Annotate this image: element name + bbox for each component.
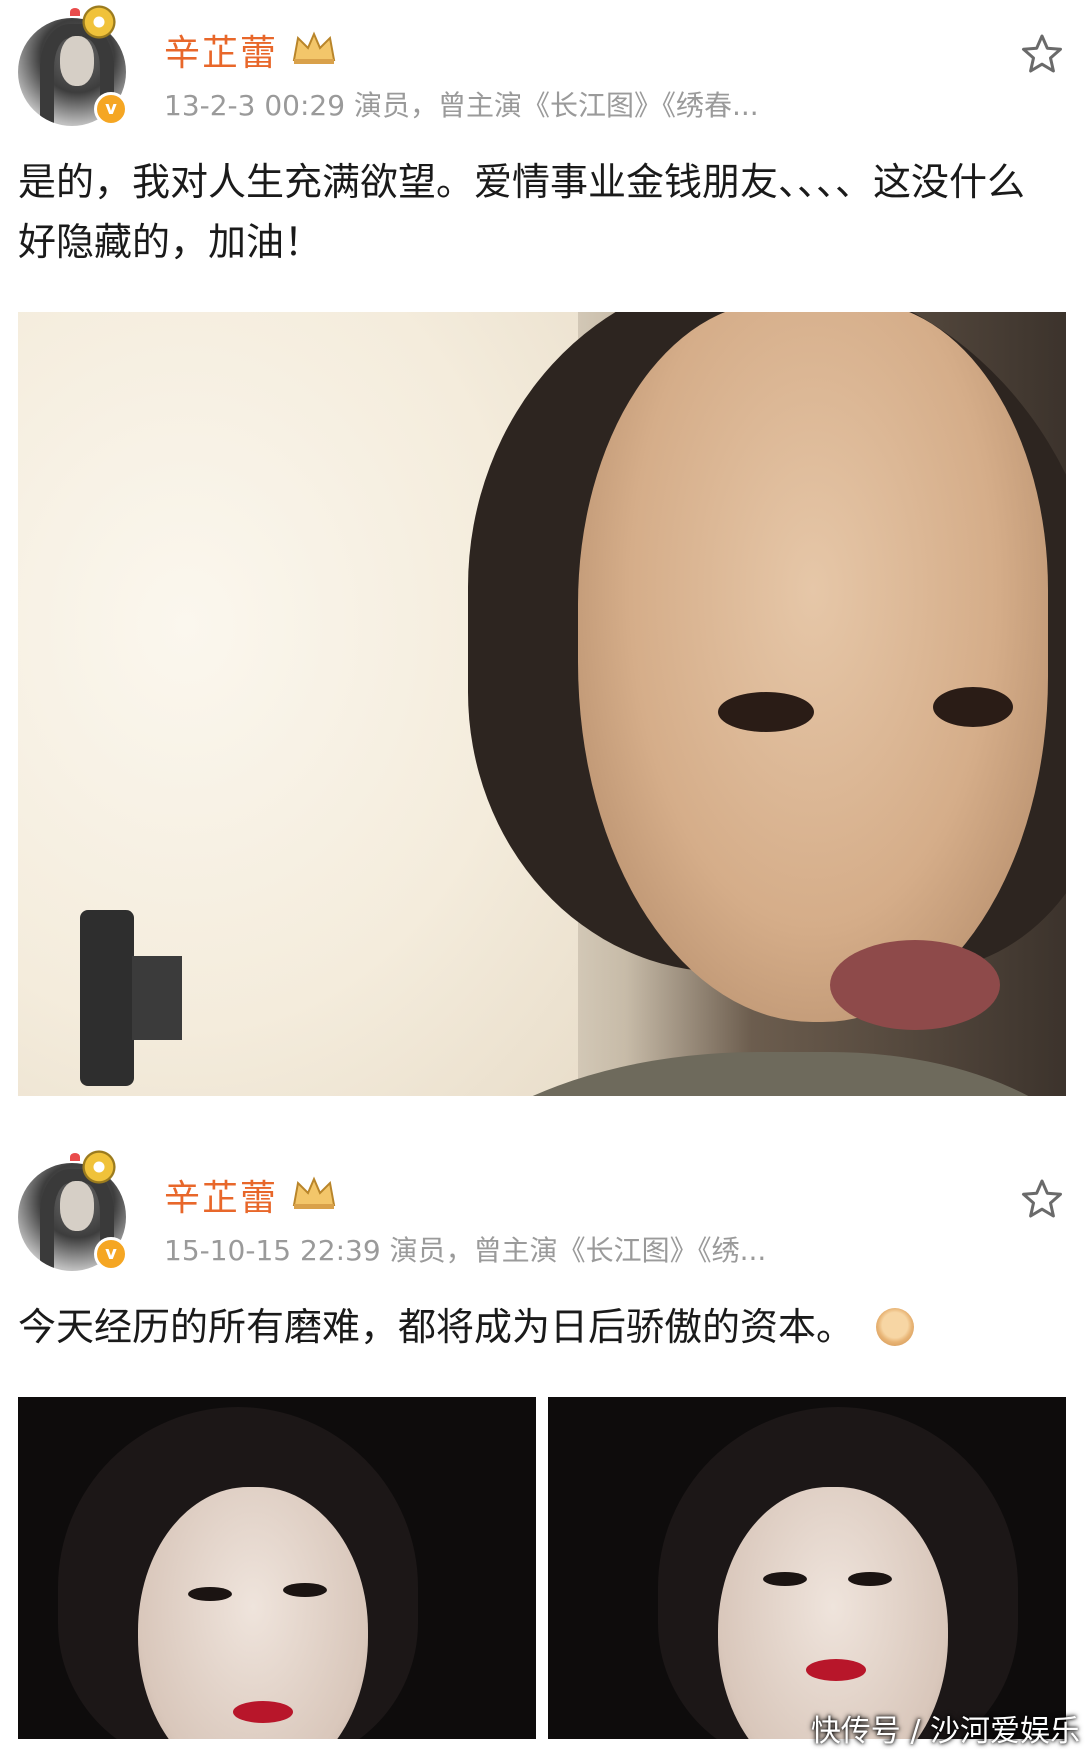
photo-eye-right bbox=[933, 687, 1013, 727]
star-icon[interactable] bbox=[1020, 1177, 1064, 1221]
photo-eye-left bbox=[718, 692, 814, 732]
username[interactable]: 辛芷蕾 bbox=[164, 24, 278, 76]
watermark: 快传号 / 沙河爱娱乐 bbox=[810, 1714, 1080, 1749]
post-text-line: 今天经历的所有磨难，都将成为日后骄傲的资本。 bbox=[18, 1297, 1046, 1357]
crown-icon bbox=[292, 1176, 336, 1209]
avatar-pendant-icon bbox=[70, 1147, 120, 1187]
photo-device bbox=[80, 910, 182, 1086]
post-photo[interactable] bbox=[548, 1397, 1066, 1739]
photo-eye-left bbox=[188, 1587, 232, 1601]
verified-badge-icon: v bbox=[94, 1237, 128, 1271]
post-photo[interactable] bbox=[18, 312, 1066, 1096]
avatar-face bbox=[60, 1181, 94, 1231]
post-text: 今天经历的所有磨难，都将成为日后骄傲的资本。 bbox=[18, 1305, 855, 1349]
star-icon[interactable] bbox=[1020, 32, 1064, 76]
verified-badge-icon: v bbox=[94, 92, 128, 126]
photo-eye-right bbox=[283, 1583, 327, 1597]
fist-emoji-icon bbox=[876, 1308, 915, 1346]
photo-lips bbox=[830, 940, 1000, 1030]
photo-face bbox=[578, 312, 1048, 1022]
crown-icon bbox=[292, 31, 336, 64]
post-meta: 13-2-3 00:29 演员，曾主演《长江图》《绣春... bbox=[164, 89, 759, 122]
post-meta: 15-10-15 22:39 演员，曾主演《长江图》《绣... bbox=[164, 1234, 767, 1267]
photo-lips bbox=[806, 1659, 866, 1681]
avatar-pendant-icon bbox=[70, 2, 120, 42]
photo-lips bbox=[233, 1701, 293, 1723]
photo-eye-left bbox=[763, 1572, 807, 1586]
post-photo[interactable] bbox=[18, 1397, 536, 1739]
photo-eye-right bbox=[848, 1572, 892, 1586]
avatar-face bbox=[60, 36, 94, 86]
username[interactable]: 辛芷蕾 bbox=[164, 1169, 278, 1221]
post-text: 是的，我对人生充满欲望。爱情事业金钱朋友、、、、这没什么好隐藏的，加油！ bbox=[18, 160, 1026, 264]
